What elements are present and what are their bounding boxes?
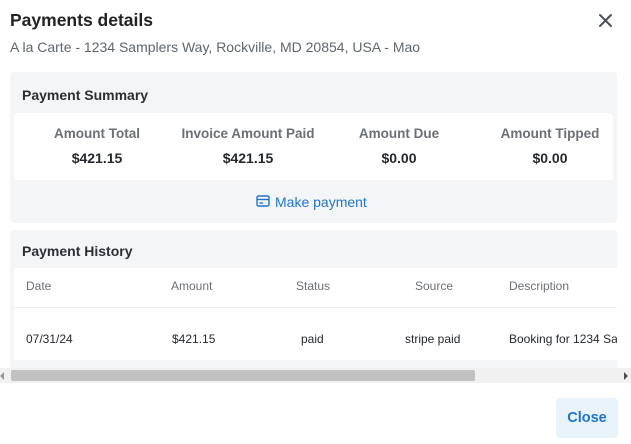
header-divider bbox=[14, 307, 617, 308]
close-icon[interactable] bbox=[596, 11, 616, 31]
summary-value: $421.15 bbox=[71, 150, 123, 166]
dialog-title: Payments details bbox=[10, 10, 153, 30]
payment-summary-panel: Payment Summary Amount Total $421.15 Inv… bbox=[10, 72, 617, 223]
make-payment-button[interactable]: Make payment bbox=[256, 193, 367, 211]
make-payment-label: Make payment bbox=[275, 194, 367, 210]
summary-value: $0.00 bbox=[532, 150, 568, 166]
column-header-source[interactable]: Source bbox=[415, 279, 453, 293]
summary-value: $421.15 bbox=[222, 150, 274, 166]
scroll-right-arrow-icon[interactable] bbox=[624, 372, 628, 380]
cell-date: 07/31/24 bbox=[26, 332, 73, 346]
column-header-description[interactable]: Description bbox=[509, 279, 569, 293]
column-header-amount[interactable]: Amount bbox=[171, 279, 212, 293]
close-button[interactable]: Close bbox=[556, 398, 618, 438]
cell-amount: $421.15 bbox=[172, 332, 216, 346]
cell-status: paid bbox=[301, 332, 324, 346]
column-header-status[interactable]: Status bbox=[296, 279, 330, 293]
scrollbar-thumb[interactable] bbox=[11, 370, 475, 381]
payment-history-table: Date Amount Status Source Description 07… bbox=[14, 268, 617, 360]
summary-label: Amount Due bbox=[358, 126, 440, 141]
scroll-left-arrow-icon[interactable] bbox=[0, 372, 4, 380]
dialog-subtitle: A la Carte - 1234 Samplers Way, Rockvill… bbox=[10, 39, 421, 55]
payment-history-title: Payment History bbox=[22, 243, 133, 259]
summary-label: Invoice Amount Paid bbox=[181, 126, 315, 141]
summary-value: $0.00 bbox=[381, 150, 417, 166]
cell-description: Booking for 1234 Sam bbox=[509, 332, 617, 346]
summary-card: Amount Total $421.15 Invoice Amount Paid… bbox=[14, 113, 613, 180]
payment-history-panel: Payment History Date Amount Status Sourc… bbox=[10, 230, 617, 383]
summary-label: Amount Tipped bbox=[500, 126, 600, 141]
column-header-date[interactable]: Date bbox=[26, 279, 51, 293]
card-icon bbox=[256, 194, 270, 210]
payment-summary-title: Payment Summary bbox=[22, 87, 149, 103]
summary-label: Amount Total bbox=[54, 126, 140, 141]
cell-source: stripe paid bbox=[405, 332, 461, 346]
